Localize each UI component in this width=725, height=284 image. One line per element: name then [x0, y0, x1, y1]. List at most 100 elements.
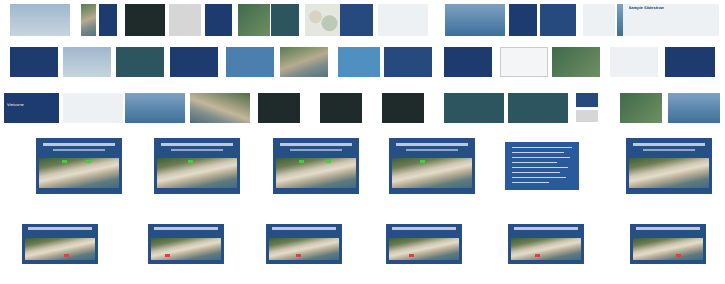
- aerial-photo: [157, 158, 237, 188]
- text-line: [512, 157, 571, 158]
- slide-thumbnail-4[interactable]: [125, 4, 165, 36]
- green-marker: [419, 160, 425, 163]
- slide-subtitle-bar: [171, 149, 223, 151]
- slide-thumbnail-36[interactable]: [320, 93, 362, 123]
- slide-thumbnail-18[interactable]: [10, 47, 58, 77]
- slide-thumbnail-11[interactable]: [378, 4, 428, 36]
- slide-thumbnail-51[interactable]: [148, 224, 224, 264]
- slide-thumbnail-42[interactable]: [620, 93, 662, 123]
- slide-title-bar: [636, 227, 700, 230]
- text-line: [512, 172, 561, 173]
- slide-thumbnail-8[interactable]: [271, 4, 299, 36]
- slide-title-bar: [392, 227, 456, 230]
- text-line: [512, 167, 568, 168]
- slide-thumbnail-55[interactable]: [630, 224, 706, 264]
- red-marker: [534, 254, 540, 257]
- slide-thumbnail-54[interactable]: [508, 224, 584, 264]
- slide-title-bar: [154, 227, 218, 230]
- slide-subtitle-bar: [290, 149, 342, 151]
- slide-title-bar: [395, 143, 469, 146]
- aerial-photo: [511, 238, 581, 260]
- slide-thumbnail-19[interactable]: [63, 47, 111, 77]
- slide-thumbnail-3[interactable]: [99, 4, 117, 36]
- slide-thumbnail-21[interactable]: [170, 47, 218, 77]
- slide-thumbnail-7[interactable]: [238, 4, 270, 36]
- slide-subtitle-bar: [53, 149, 105, 151]
- slide-thumbnail-34[interactable]: [190, 93, 250, 123]
- text-line: [512, 182, 550, 183]
- slide-thumbnail-43[interactable]: [668, 93, 720, 123]
- slide-thumbnail-20[interactable]: [116, 47, 164, 77]
- slide-thumbnail-40[interactable]: [576, 93, 598, 107]
- slide-title-bar: [42, 143, 116, 146]
- green-marker: [188, 160, 194, 163]
- aerial-photo: [392, 158, 472, 188]
- slide-thumbnail-33[interactable]: [125, 93, 185, 123]
- slide-thumbnail-26[interactable]: [444, 47, 492, 77]
- slide-thumbnail-14[interactable]: [540, 4, 576, 36]
- slide-thumbnail-41[interactable]: [576, 110, 598, 122]
- slide-thumbnail-2[interactable]: [81, 4, 96, 36]
- aerial-photo: [276, 158, 356, 188]
- aerial-photo: [389, 238, 459, 260]
- slide-thumbnail-22[interactable]: [226, 47, 274, 77]
- slide-subtitle-bar: [643, 149, 695, 151]
- slide-thumbnail-27[interactable]: [500, 47, 548, 77]
- slide-thumbnail-5[interactable]: [169, 4, 201, 36]
- slide-thumbnail-32[interactable]: [63, 93, 123, 123]
- red-marker: [164, 254, 170, 257]
- slide-thumbnail-31[interactable]: Welcome: [4, 93, 59, 123]
- slide-thumbnail-35[interactable]: [258, 93, 300, 123]
- text-line: [512, 177, 566, 178]
- text-line: [512, 162, 557, 163]
- slide-thumbnail-1[interactable]: [10, 4, 70, 36]
- slide-thumbnail-29[interactable]: [610, 47, 658, 77]
- green-marker: [298, 160, 304, 163]
- slide-thumbnail-38[interactable]: [444, 93, 504, 123]
- slide-thumbnail-50[interactable]: [22, 224, 98, 264]
- aerial-photo: [629, 158, 709, 188]
- slide-thumbnail-10[interactable]: [340, 4, 373, 36]
- slide-thumbnail-46[interactable]: [273, 138, 359, 194]
- slide-thumbnail-24[interactable]: [338, 47, 380, 77]
- slide-thumbnail-49[interactable]: [626, 138, 712, 194]
- text-line: [512, 147, 572, 148]
- slide-thumbnail-30[interactable]: [665, 47, 715, 77]
- slide-title-bar: [514, 227, 578, 230]
- slide-thumbnail-47[interactable]: [389, 138, 475, 194]
- slide-thumbnail-48[interactable]: [505, 142, 579, 190]
- aerial-photo: [25, 238, 95, 260]
- slide-thumbnail-28[interactable]: [552, 47, 600, 77]
- slide-thumbnail-25[interactable]: [384, 47, 432, 77]
- slide-subtitle-bar: [406, 149, 458, 151]
- green-marker: [326, 160, 332, 163]
- text-line: [512, 152, 565, 153]
- green-marker: [61, 160, 67, 163]
- slide-thumbnail-39[interactable]: [508, 93, 568, 123]
- aerial-photo: [151, 238, 221, 260]
- slide-thumbnail-45[interactable]: [154, 138, 240, 194]
- slide-thumbnail-37[interactable]: [382, 93, 424, 123]
- slide-thumbnail-17[interactable]: Sample Slideshow: [623, 4, 719, 36]
- red-marker: [296, 254, 302, 257]
- slide-title: Sample Slideshow: [628, 6, 664, 10]
- slide-title-bar: [279, 143, 353, 146]
- aerial-photo: [633, 238, 703, 260]
- red-marker: [408, 254, 414, 257]
- slide-thumbnail-9[interactable]: [305, 4, 340, 36]
- slide-thumbnail-13[interactable]: [509, 4, 537, 36]
- slide-thumbnail-44[interactable]: [36, 138, 122, 194]
- slide-title-bar: [272, 227, 336, 230]
- slide-title-bar: [28, 227, 92, 230]
- slide-thumbnail-12[interactable]: [445, 4, 505, 36]
- aerial-photo: [39, 158, 119, 188]
- slide-thumbnail-15[interactable]: [583, 4, 615, 36]
- slide-thumbnail-23[interactable]: [280, 47, 328, 77]
- red-marker: [63, 254, 69, 257]
- slide-thumbnail-52[interactable]: [266, 224, 342, 264]
- aerial-photo: [269, 238, 339, 260]
- slide-title-bar: [160, 143, 234, 146]
- slide-thumbnail-53[interactable]: [386, 224, 462, 264]
- slide-title-bar: [632, 143, 706, 146]
- slide-thumbnail-6[interactable]: [205, 4, 232, 36]
